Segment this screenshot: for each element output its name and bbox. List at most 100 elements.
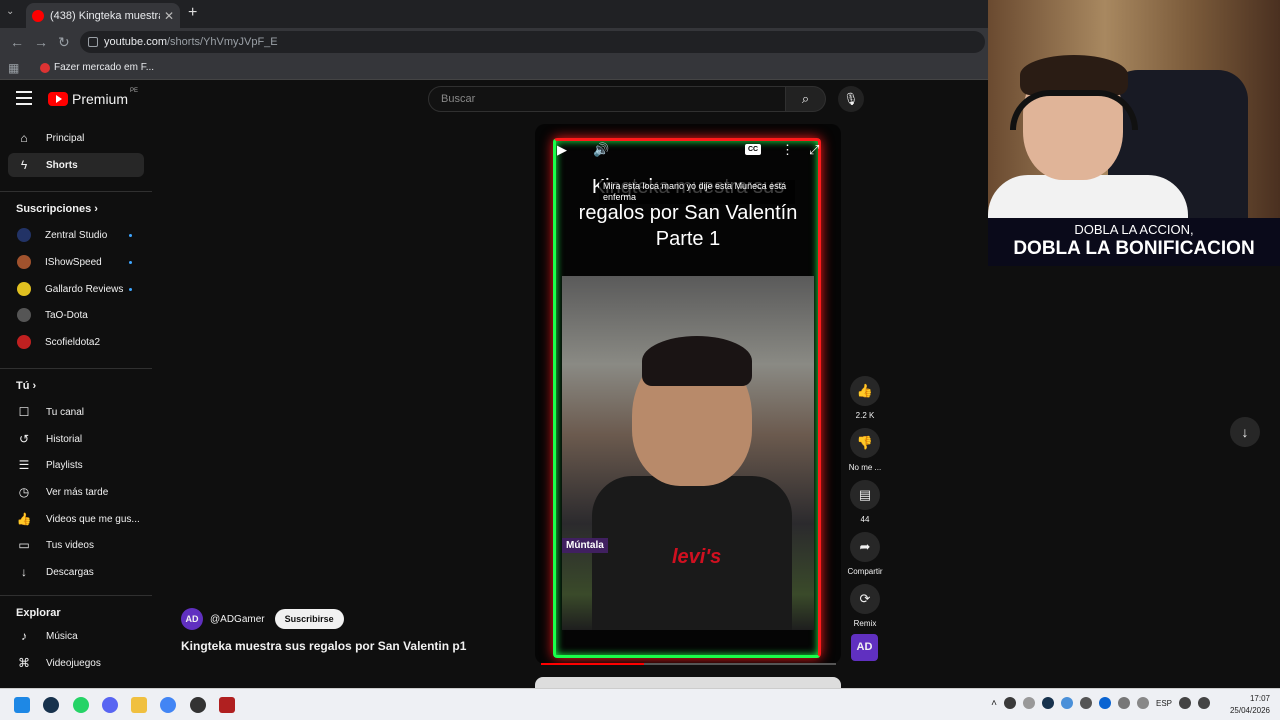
discord-icon[interactable]: [102, 697, 118, 713]
play-icon[interactable]: ▶: [557, 142, 567, 158]
site-info-icon[interactable]: [88, 37, 98, 47]
bookmarks-bar: ▦ Fazer mercado em F...: [0, 56, 990, 80]
tray-app-icon[interactable]: [1003, 697, 1016, 709]
sidebar-item-subscription[interactable]: Scofieldota2: [8, 330, 144, 354]
youtube-premium-logo[interactable]: Premium PE: [48, 88, 139, 107]
explore-heading: Explorar: [16, 607, 61, 619]
download-icon: ↓: [21, 565, 27, 579]
gamepad-icon: ⌘: [18, 656, 30, 670]
search-icon[interactable]: ⌕: [786, 86, 826, 112]
webcam-caption: DOBLA LA ACCION, DOBLA LA BONIFICACION: [988, 218, 1280, 266]
language-indicator[interactable]: ESP: [1156, 699, 1172, 708]
new-tab-icon[interactable]: +: [188, 4, 197, 22]
dota2-icon[interactable]: [219, 697, 235, 713]
sidebar-item-your-videos[interactable]: ▭ Tus videos: [8, 533, 144, 557]
short-player[interactable]: Kingteka muestra sus regalos por San Val…: [535, 124, 841, 664]
sidebar-item-label: Tus videos: [46, 539, 94, 551]
sidebar-item-label: Videos que me gus...: [46, 513, 140, 525]
sidebar-item-watch-later[interactable]: ◷ Ver más tarde: [8, 480, 144, 504]
new-content-dot: [129, 287, 132, 291]
sidebar-item-gaming[interactable]: ⌘ Videojuegos: [8, 651, 144, 675]
system-tray: ˄ ESP: [991, 697, 1210, 709]
forward-icon[interactable]: →: [34, 34, 48, 50]
arrow-down-icon[interactable]: ↓: [1230, 417, 1260, 447]
chrome-icon[interactable]: [160, 697, 176, 713]
captions-button[interactable]: CC: [745, 144, 761, 155]
url-input[interactable]: youtube.com/shorts/YhVmyJVpF_E: [80, 31, 985, 53]
steam-icon[interactable]: [43, 697, 59, 713]
sidebar-item-history[interactable]: ↺ Historial: [8, 427, 144, 451]
volume-tray-icon[interactable]: [1198, 697, 1210, 709]
sidebar-item-your-channel[interactable]: ☐ Tu canal: [8, 400, 144, 424]
steam-tray-icon[interactable]: [1041, 697, 1054, 709]
sidebar-item-playlists[interactable]: ☰ Playlists: [8, 453, 144, 477]
whatsapp-icon[interactable]: [73, 697, 89, 713]
volume-icon[interactable]: 🔊: [593, 142, 609, 158]
dislike-button[interactable]: 👎 No me ...: [846, 428, 884, 472]
close-tab-icon[interactable]: ✕: [164, 9, 174, 23]
sidebar-item-subscription[interactable]: IShowSpeed: [8, 250, 144, 274]
share-button[interactable]: ➦ Compartir: [846, 532, 884, 576]
you-heading-label: Tú: [16, 380, 30, 392]
youtube-logo-icon: [48, 92, 68, 106]
like-button[interactable]: 👍 2.2 K: [846, 376, 884, 420]
browser-tab[interactable]: (438) Kingteka muestra sus rega ✕: [26, 3, 180, 28]
tray-app-icon[interactable]: [1060, 697, 1073, 709]
sidebar-item-subscription[interactable]: Zentral Studio: [8, 223, 144, 247]
fullscreen-icon[interactable]: ⤢: [809, 142, 819, 158]
chevron-right-icon: ›: [32, 380, 37, 392]
caption-line-2: DOBLA LA BONIFICACION: [1013, 238, 1255, 259]
short-video-frame: levi's Múntala: [562, 276, 814, 630]
clock-time: 17:07: [1249, 694, 1270, 703]
tray-app-icon[interactable]: [1079, 697, 1092, 709]
avatar: [17, 308, 31, 322]
windows-taskbar: ˄ ESP 17:07 25/04/2026: [0, 688, 1280, 720]
microphone-icon[interactable]: 🎙: [838, 86, 864, 112]
sidebar-item-principal[interactable]: ⌂ Principal: [8, 126, 144, 150]
microphone-tray-icon[interactable]: [1117, 697, 1130, 709]
sidebar-item-liked-videos[interactable]: 👍 Videos que me gus...: [8, 507, 144, 531]
subscriptions-heading[interactable]: Suscripciones ›: [16, 203, 98, 215]
progress-bar[interactable]: [541, 663, 836, 665]
comments-button[interactable]: ▤ 44: [846, 480, 884, 524]
webcam-overlay: [988, 0, 1280, 218]
logo-region: PE: [130, 88, 139, 94]
channel-handle[interactable]: @ADGamer: [210, 614, 265, 625]
thumbs-up-icon: 👍: [850, 376, 880, 406]
chevron-right-icon: ›: [94, 203, 98, 215]
channel-row: AD @ADGamer Suscribirse: [181, 608, 344, 630]
sidebar-item-label: Gallardo Reviews: [45, 283, 124, 295]
back-icon[interactable]: ←: [10, 34, 24, 50]
bluetooth-icon[interactable]: [1098, 697, 1111, 709]
tray-app-icon[interactable]: [1022, 697, 1035, 709]
menu-icon[interactable]: [16, 91, 32, 105]
subscribe-button[interactable]: Suscribirse: [274, 609, 344, 629]
you-heading[interactable]: Tú ›: [16, 380, 36, 392]
reload-icon[interactable]: ↻: [58, 34, 70, 51]
windows-start-icon[interactable]: [14, 697, 30, 713]
comments-count: 44: [860, 515, 870, 524]
remix-button[interactable]: ⟳ Remix: [846, 584, 884, 628]
obs-icon[interactable]: [190, 697, 206, 713]
streamer-hair: [1020, 55, 1128, 95]
sidebar-item-shorts[interactable]: ϟ Shorts: [8, 153, 144, 177]
network-icon[interactable]: [1179, 697, 1191, 709]
file-explorer-icon[interactable]: [131, 697, 147, 713]
like-count: 2.2 K: [855, 411, 875, 420]
clock[interactable]: 17:07 25/04/2026: [1230, 693, 1270, 717]
tray-expand-icon[interactable]: ˄: [991, 698, 997, 709]
channel-avatar-button[interactable]: AD: [851, 634, 878, 661]
more-options-icon[interactable]: ⋮: [781, 142, 794, 158]
search-input[interactable]: Buscar: [428, 86, 786, 112]
sidebar-item-subscription[interactable]: Gallardo Reviews: [8, 277, 144, 301]
bookmark-item[interactable]: Fazer mercado em F...: [40, 62, 154, 73]
tab-search-icon[interactable]: ⌄: [6, 6, 14, 17]
tray-app-icon[interactable]: [1136, 697, 1149, 709]
avatar[interactable]: AD: [181, 608, 203, 630]
sidebar-item-downloads[interactable]: ↓ Descargas: [8, 560, 144, 584]
apps-grid-icon[interactable]: ▦: [8, 61, 19, 75]
shirt-logo: levi's: [672, 546, 722, 568]
sidebar-item-label: Videojuegos: [46, 657, 101, 669]
sidebar-item-subscription[interactable]: TaO-Dota: [8, 303, 144, 327]
sidebar-item-music[interactable]: ♪ Música: [8, 624, 144, 648]
